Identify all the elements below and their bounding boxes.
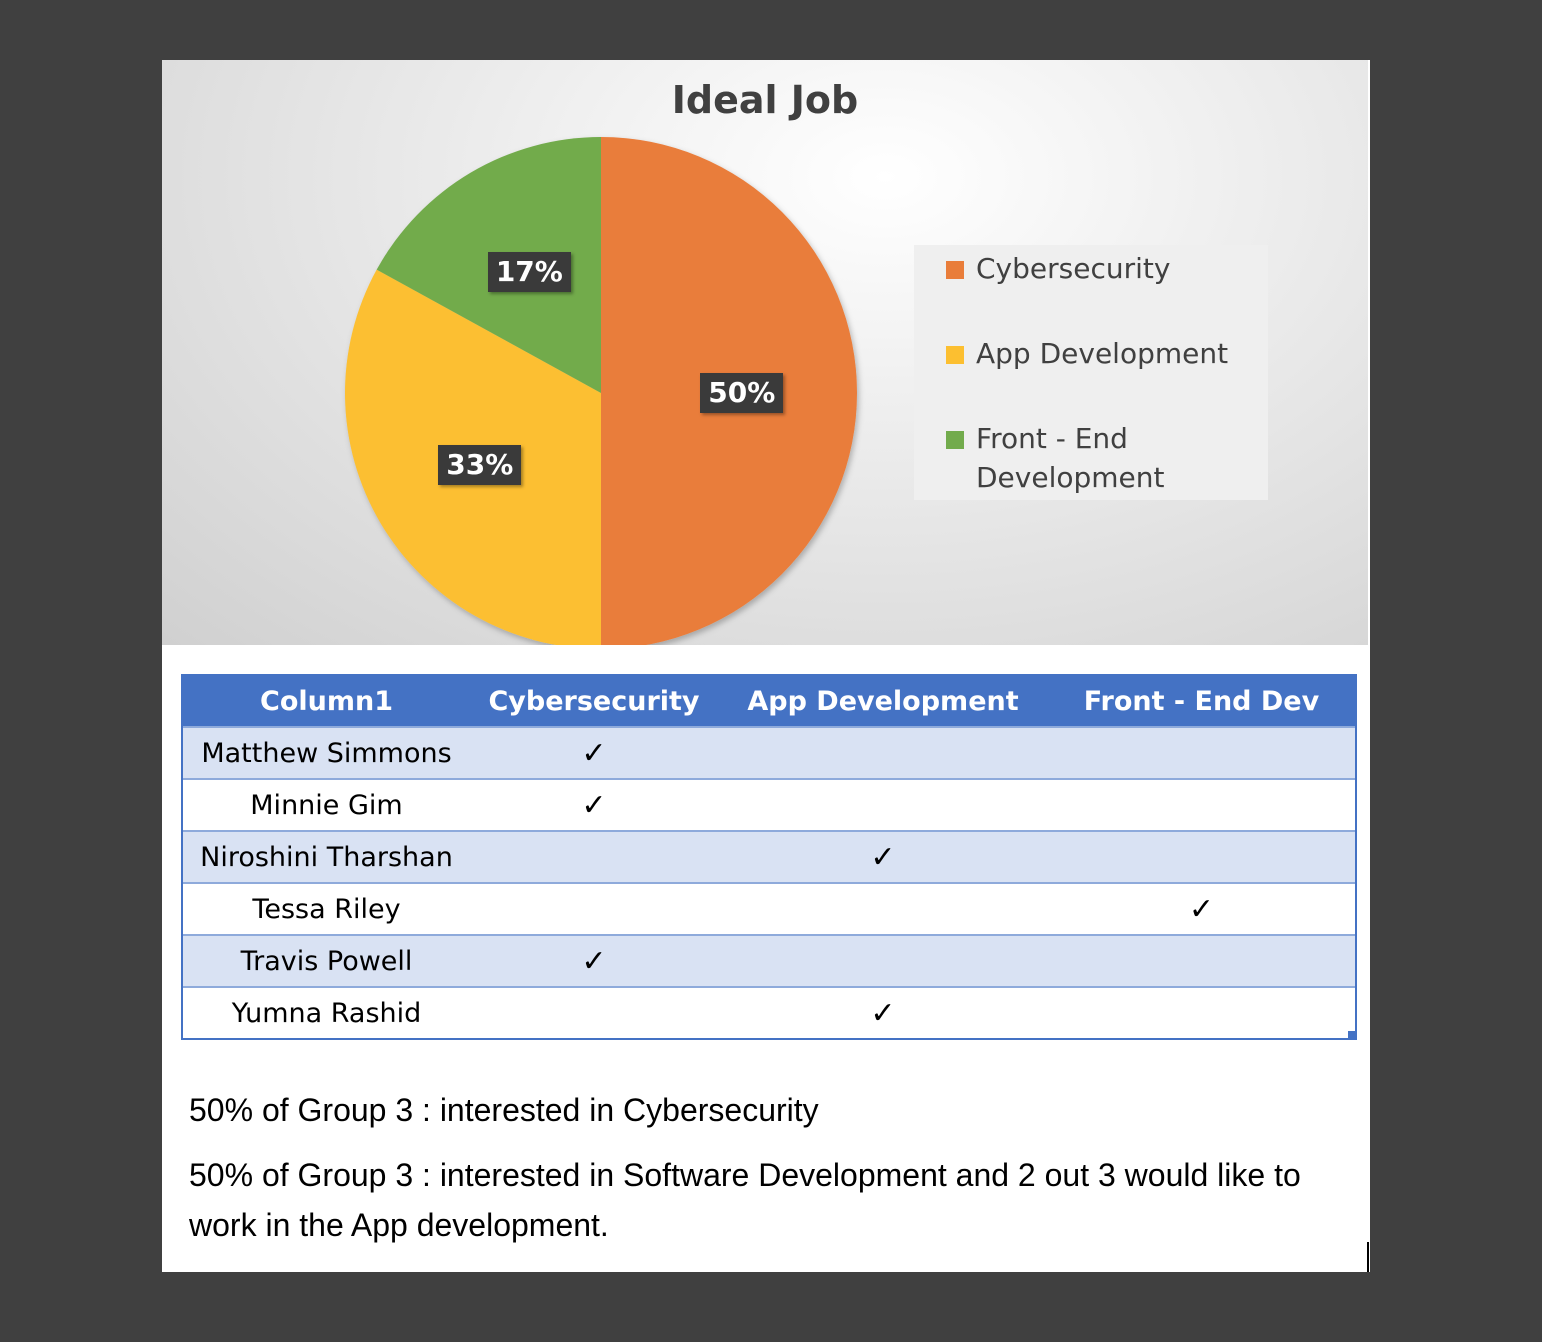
legend-label: Cybersecurity: [976, 252, 1171, 285]
cybersecurity-check-cell: ✓: [581, 735, 607, 771]
front-end-check-cell: [1048, 936, 1355, 986]
app-development-check-cell: [718, 728, 1048, 778]
data-label-front-end-development: 17%: [487, 251, 571, 292]
text-cursor: [1367, 1242, 1369, 1272]
cybersecurity-check-cell: [470, 988, 718, 1038]
pie-chart: Ideal Job 50% 33% 17% Cybersecurity App De…: [162, 60, 1368, 645]
row-name-cell: Tessa Riley: [252, 893, 401, 925]
table-resize-handle[interactable]: [1348, 1031, 1355, 1038]
row-name-cell: Yumna Rashid: [231, 997, 422, 1029]
app-development-check-cell: ✓: [870, 839, 896, 875]
cybersecurity-check-cell: [470, 884, 718, 934]
header-app-development: App Development: [747, 685, 1019, 717]
row-name-cell: Niroshini Tharshan: [200, 841, 453, 873]
table-header-row: Column1 Cybersecurity App Development Fr…: [183, 676, 1355, 726]
summary-line-cybersecurity: 50% of Group 3 : interested in Cybersecu…: [189, 1092, 819, 1128]
row-name-cell: Matthew Simmons: [201, 737, 452, 769]
data-label-app-development: 33%: [438, 444, 522, 485]
app-development-check-cell: ✓: [870, 995, 896, 1031]
chart-legend: Cybersecurity App Development Front - En…: [914, 245, 1268, 500]
front-end-check-cell: [1048, 988, 1355, 1038]
data-label-cybersecurity: 50%: [700, 373, 784, 413]
row-name-cell: Travis Powell: [240, 945, 413, 977]
header-front-end-dev: Front - End Dev: [1083, 685, 1320, 717]
legend-swatch-cybersecurity: [946, 261, 964, 279]
cybersecurity-check-cell: ✓: [581, 787, 607, 823]
summary-line-software-development: 50% of Group 3 : interested in Software …: [189, 1157, 1301, 1243]
front-end-check-cell: ✓: [1188, 891, 1215, 927]
front-end-check-cell: [1048, 780, 1355, 830]
table-row: Minnie Gim ✓: [183, 778, 1355, 830]
front-end-check-cell: [1048, 728, 1355, 778]
legend-label: Front - End Development: [976, 422, 1165, 494]
header-column1: Column1: [260, 685, 393, 717]
cybersecurity-check-cell: ✓: [581, 943, 607, 979]
app-development-check-cell: [718, 884, 1048, 934]
legend-swatch-front-end-development: [946, 431, 964, 449]
legend-swatch-app-development: [946, 346, 964, 364]
legend-label: App Development: [976, 337, 1229, 370]
app-development-check-cell: [718, 936, 1048, 986]
table-row: Travis Powell ✓: [183, 934, 1355, 986]
app-development-check-cell: [718, 780, 1048, 830]
table-row: Matthew Simmons ✓: [183, 726, 1355, 778]
header-cybersecurity: Cybersecurity: [488, 685, 700, 717]
front-end-check-cell: [1048, 832, 1355, 882]
row-name-cell: Minnie Gim: [250, 789, 403, 821]
ideal-job-table: Column1 Cybersecurity App Development Fr…: [181, 674, 1357, 1040]
table-row: Niroshini Tharshan ✓: [183, 830, 1355, 882]
table-row: Tessa Riley ✓: [183, 882, 1355, 934]
cybersecurity-check-cell: [470, 832, 718, 882]
document-page: Ideal Job 50% 33% 17% Cybersecurity App De…: [162, 60, 1370, 1272]
table-row: Yumna Rashid ✓: [183, 986, 1355, 1038]
